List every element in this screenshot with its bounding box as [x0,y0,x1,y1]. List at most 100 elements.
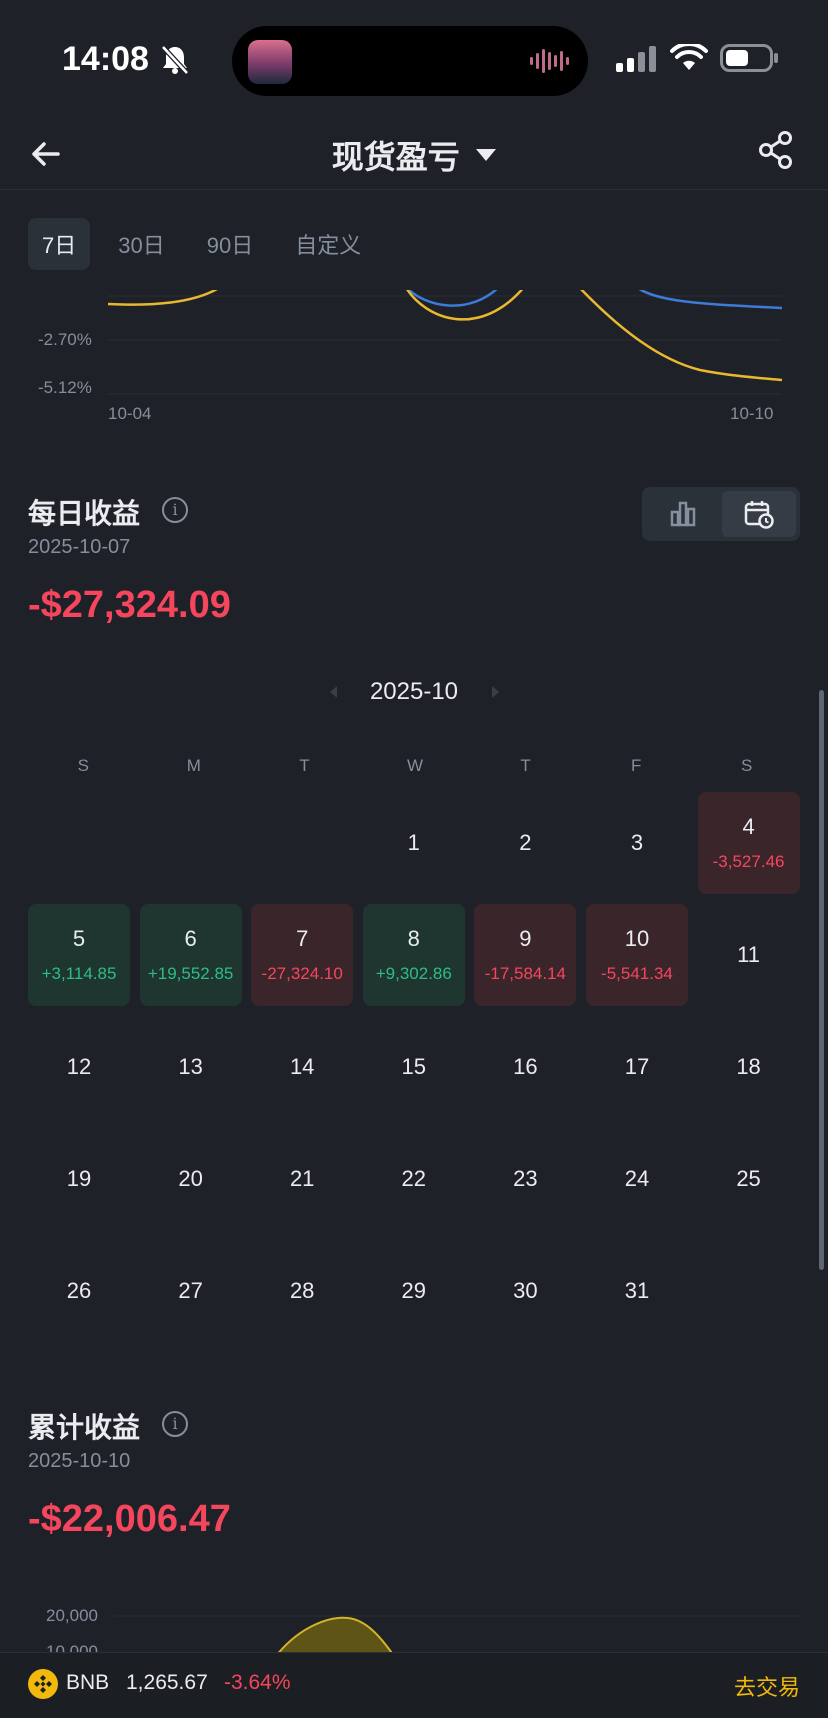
calendar-day-cell[interactable]: 1 [363,792,465,894]
view-toggle [642,487,800,541]
calendar-day-cell[interactable]: 22 [363,1128,465,1230]
info-icon[interactable]: i [162,1411,188,1437]
daily-pnl-title: 每日收益 [28,498,141,529]
day-number: 20 [178,1166,203,1191]
cumulative-pnl-chart: 20,000 10,000 [0,1596,828,1652]
calendar-month-label: 2025-10 [369,678,459,705]
weekday-label: T [299,756,310,775]
day-number: 25 [736,1166,761,1191]
album-art-thumbnail [248,40,292,84]
day-number: 4 [742,814,755,839]
pnl-percent-chart: -2.70% -5.12% 10-04 10-10 [0,290,828,430]
y-axis-label: 10,000 [46,1642,98,1652]
calendar-day-cell[interactable]: 27 [140,1240,242,1342]
calendar-day-cell[interactable]: 21 [251,1128,353,1230]
weekday-label: S [741,756,753,775]
day-pnl: +3,114.85 [41,964,117,983]
page-title: 现货盈亏 [331,139,460,175]
trade-button[interactable]: 去交易 [734,1670,800,1702]
page-title-dropdown[interactable]: 现货盈亏 [332,139,497,175]
calendar-day-cell[interactable]: 15 [363,1016,465,1118]
weekday-label: T [520,756,531,775]
weekday-label: S [77,756,89,775]
day-number: 8 [407,926,420,951]
next-month-arrow-icon[interactable] [492,686,499,698]
wifi-icon [670,44,708,70]
calendar-day-cell[interactable]: 24 [586,1128,688,1230]
info-icon[interactable]: i [162,497,188,523]
coin-symbol: BNB [66,1671,110,1694]
calendar-day-cell[interactable]: 2 [474,792,576,894]
tab-30d[interactable]: 30日 [104,218,178,270]
calendar-day-cell[interactable]: 17 [586,1016,688,1118]
share-icon[interactable] [758,130,794,170]
calendar-day-cell[interactable]: 16 [474,1016,576,1118]
tab-custom[interactable]: 自定义 [281,218,375,270]
calendar-day-cell[interactable]: 23 [474,1128,576,1230]
calendar-day-cell[interactable]: 29 [363,1240,465,1342]
calendar-day-cell[interactable]: 13 [140,1016,242,1118]
day-number: 29 [401,1278,427,1303]
calendar-day-cell[interactable]: 26 [28,1240,130,1342]
day-pnl: +19,552.85 [147,964,234,983]
bar-view-button[interactable] [646,491,720,537]
day-number: 24 [624,1166,650,1191]
weekday-label: W [406,756,424,775]
cumulative-chart-plot [114,1615,800,1652]
day-number: 10 [624,926,650,951]
calendar-day-cell[interactable]: 5 +3,114.85 [28,904,130,1006]
range-tabs: 7日 30日 90日 自定义 [28,218,375,270]
calendar-day-cell[interactable]: 12 [28,1016,130,1118]
day-number: 31 [624,1278,650,1303]
scrollbar[interactable] [819,690,824,1270]
day-number: 18 [736,1054,761,1079]
day-number: 15 [401,1054,427,1079]
series-line-blue [407,290,783,310]
coin-price: 1,265.67 [126,1671,208,1694]
calendar-day-cell[interactable]: 6 +19,552.85 [139,904,242,1006]
calendar-day-cell[interactable]: 31 [586,1240,688,1342]
calendar-day-cell[interactable]: 11 [698,904,800,1006]
status-time: 14:08 [62,40,149,78]
day-pnl: -17,584.14 [484,964,567,983]
tab-7d[interactable]: 7日 [28,218,91,270]
day-number: 30 [513,1278,538,1303]
day-number: 3 [630,830,644,855]
calendar-day-cell[interactable]: 14 [251,1016,353,1118]
ticker-bar[interactable]: BNB 1,265.67 -3.64% 去交易 [0,1652,828,1718]
calendar-day-cell[interactable]: 28 [251,1240,353,1342]
calendar-day-cell[interactable]: 19 [28,1128,130,1230]
day-number: 22 [401,1166,427,1191]
day-number: 9 [519,926,532,951]
weekday-label: M [186,756,201,775]
calendar-day-cell[interactable]: 7 -27,324.10 [251,904,354,1006]
tab-90d[interactable]: 90日 [193,218,267,270]
daily-pnl-value: -$27,324.09 [28,584,231,626]
day-number: 21 [289,1166,315,1191]
calendar-day-cell[interactable]: 4 -3,527.46 [697,792,800,894]
calendar-day-cell[interactable]: 3 [586,792,688,894]
bar-chart-icon [670,501,696,527]
calendar-day-cell[interactable]: 30 [474,1240,576,1342]
calendar-icon [744,501,774,529]
calendar-day-cell[interactable]: 9 -17,584.14 [474,904,577,1006]
calendar-day-cell[interactable]: 10 -5,541.34 [585,904,688,1006]
x-axis-label: 10-10 [730,404,774,423]
day-number: 14 [289,1054,315,1079]
day-number: 27 [178,1278,203,1303]
calendar-day-cell[interactable]: 8 +9,302.86 [362,904,465,1006]
cumulative-pnl-title: 累计收益 [28,1412,141,1443]
cumulative-pnl-value: -$22,006.47 [28,1498,231,1540]
day-number: 26 [66,1278,92,1303]
cumulative-area [278,1616,393,1652]
calendar-blank-cell [251,792,353,894]
day-number: 11 [737,942,760,967]
calendar-view-button[interactable] [722,491,796,537]
calendar-day-cell[interactable]: 18 [698,1016,800,1118]
calendar-day-cell[interactable]: 20 [140,1128,242,1230]
calendar-day-cell[interactable]: 25 [698,1128,800,1230]
series-line-yellow [107,290,783,382]
dynamic-island[interactable] [232,26,588,96]
day-pnl: -3,527.46 [712,852,785,871]
coin-change: -3.64% [224,1671,291,1694]
